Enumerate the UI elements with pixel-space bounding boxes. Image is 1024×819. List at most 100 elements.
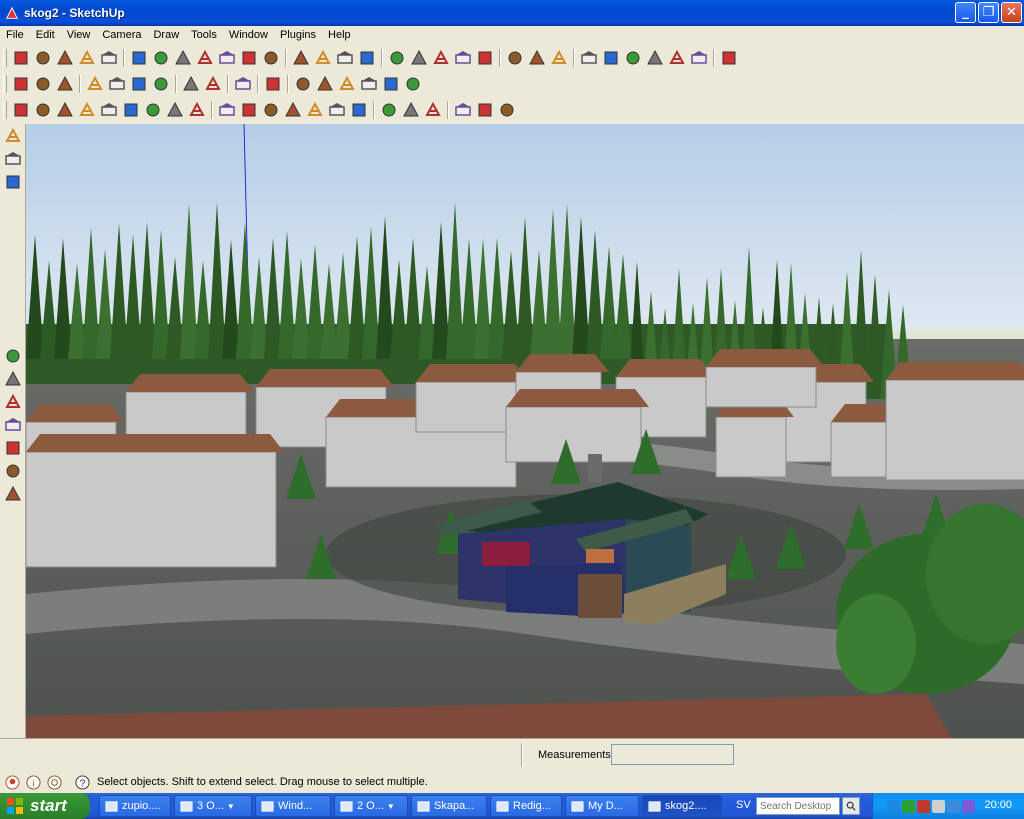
zoom-extents-2-icon[interactable] (2, 437, 24, 459)
help-icon[interactable]: ? (73, 773, 91, 791)
measurements-input[interactable] (611, 744, 734, 765)
menu-camera[interactable]: Camera (96, 29, 147, 41)
top-view-icon[interactable] (314, 73, 336, 95)
menu-help[interactable]: Help (322, 29, 357, 41)
taskbar-item[interactable]: 3 O... ▼ (174, 795, 252, 817)
back-edges-icon[interactable] (600, 47, 622, 69)
camera-snapshot-icon[interactable] (142, 99, 164, 121)
position-camera-icon[interactable] (2, 125, 24, 147)
rectangle-tool-icon[interactable] (54, 47, 76, 69)
model-tools-icon[interactable] (186, 99, 208, 121)
menu-edit[interactable]: Edit (30, 29, 61, 41)
get-location-icon[interactable] (386, 47, 408, 69)
google-earth-icon[interactable] (10, 99, 32, 121)
taskbar-item[interactable]: Redig... (490, 795, 562, 817)
previous-view-icon[interactable] (2, 460, 24, 482)
zoom-extents-icon[interactable] (356, 47, 378, 69)
menu-tools[interactable]: Tools (185, 29, 223, 41)
tray-app-icon[interactable] (902, 799, 915, 813)
x-ray-icon[interactable] (578, 47, 600, 69)
walk-icon[interactable] (2, 148, 24, 170)
toggle-terrain-icon[interactable] (408, 47, 430, 69)
section-3-icon[interactable] (260, 99, 282, 121)
wireframe-icon[interactable] (622, 47, 644, 69)
face-tool-icon[interactable] (326, 99, 348, 121)
pan-icon[interactable] (2, 368, 24, 390)
language-indicator[interactable]: SV (736, 799, 751, 811)
copy-icon[interactable] (106, 73, 128, 95)
share-model-icon[interactable] (504, 47, 526, 69)
toolbar-grip[interactable] (3, 49, 7, 67)
orbit-tool-icon[interactable] (290, 47, 312, 69)
tray-antivirus-icon[interactable] (917, 799, 930, 813)
orbit-icon[interactable] (2, 345, 24, 367)
tray-bluetooth-icon[interactable] (887, 799, 900, 813)
taskbar-item[interactable]: Wind... (255, 795, 331, 817)
geo-location-icon[interactable] (3, 773, 21, 791)
section-1-icon[interactable] (216, 99, 238, 121)
desktop-search-input[interactable] (756, 797, 840, 815)
export-kmz-2-icon[interactable] (452, 99, 474, 121)
open-file-icon[interactable] (32, 73, 54, 95)
toolbar-grip[interactable] (3, 101, 7, 119)
user-icon[interactable] (45, 773, 63, 791)
front-view-icon[interactable] (336, 73, 358, 95)
sketchup-app-icon[interactable] (4, 5, 20, 21)
pan-tool-icon[interactable] (312, 47, 334, 69)
textured-icon[interactable] (688, 47, 710, 69)
rotate-tool-icon[interactable] (238, 47, 260, 69)
plane-2-icon[interactable] (400, 99, 422, 121)
menu-file[interactable]: File (0, 29, 30, 41)
section-6-icon[interactable] (348, 99, 370, 121)
photo-textures-icon[interactable] (452, 47, 474, 69)
taskbar-item[interactable]: skog2.... (642, 795, 722, 817)
taskbar-item[interactable]: zupio.... (99, 795, 171, 817)
menu-window[interactable]: Window (223, 29, 274, 41)
eraser-tool-icon[interactable] (150, 47, 172, 69)
make-component-icon[interactable] (128, 47, 150, 69)
zoom-tool-icon[interactable] (334, 47, 356, 69)
delete-icon[interactable] (150, 73, 172, 95)
select-tool-icon[interactable] (10, 47, 32, 69)
3d-viewport[interactable] (26, 124, 1024, 738)
undo-icon[interactable] (180, 73, 202, 95)
taskbar-item[interactable]: Skapa... (411, 795, 487, 817)
place-model-icon[interactable] (76, 99, 98, 121)
section-4-icon[interactable] (282, 99, 304, 121)
tray-volume-icon[interactable] (947, 799, 960, 813)
start-button[interactable]: start (0, 793, 90, 819)
get-models-icon[interactable] (474, 47, 496, 69)
model-info-icon[interactable] (262, 73, 284, 95)
hidden-line-icon[interactable] (644, 47, 666, 69)
plane-3-icon[interactable] (422, 99, 444, 121)
left-view-icon[interactable] (402, 73, 424, 95)
redo-icon[interactable] (202, 73, 224, 95)
z-question-icon[interactable] (164, 99, 186, 121)
print-icon[interactable] (232, 73, 254, 95)
section-plane-icon[interactable] (526, 47, 548, 69)
menu-plugins[interactable]: Plugins (274, 29, 322, 41)
toolbar-grip[interactable] (3, 75, 7, 93)
taskbar-item[interactable]: 2 O... ▼ (334, 795, 408, 817)
back-view-icon[interactable] (380, 73, 402, 95)
menu-view[interactable]: View (61, 29, 97, 41)
section-2-icon[interactable] (238, 99, 260, 121)
push-pull-icon[interactable] (194, 47, 216, 69)
pencil-tool-icon[interactable] (32, 47, 54, 69)
shaded-icon[interactable] (666, 47, 688, 69)
tray-network-icon[interactable] (932, 799, 945, 813)
menu-draw[interactable]: Draw (147, 29, 185, 41)
minimize-button[interactable]: _ (955, 2, 976, 23)
look-around-icon[interactable] (2, 171, 24, 193)
sandbox-icon[interactable] (718, 47, 740, 69)
kmz-export-icon[interactable] (54, 99, 76, 121)
pop-icon[interactable] (120, 99, 142, 121)
diamond-tool-icon[interactable] (378, 99, 400, 121)
tray-misc-icon[interactable] (962, 799, 975, 813)
move-tool-icon[interactable] (216, 47, 238, 69)
save-file-icon[interactable] (54, 73, 76, 95)
taskbar-item[interactable]: My D... (565, 795, 639, 817)
follow-me-icon[interactable] (260, 47, 282, 69)
arc-tool-icon[interactable] (98, 47, 120, 69)
circle-tool-icon[interactable] (76, 47, 98, 69)
